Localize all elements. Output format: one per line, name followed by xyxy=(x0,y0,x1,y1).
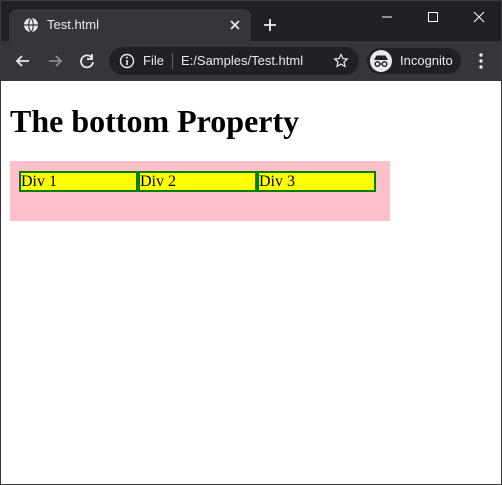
more-menu-icon[interactable] xyxy=(471,51,491,71)
maximize-icon[interactable] xyxy=(423,7,443,27)
reload-icon[interactable] xyxy=(77,51,97,71)
address-bar[interactable]: File E:/Samples/Test.html xyxy=(109,47,359,75)
scheme-label: File xyxy=(143,53,164,68)
toolbar: File E:/Samples/Test.html Incognito xyxy=(1,41,501,81)
close-tab-icon[interactable] xyxy=(227,17,243,33)
url-text[interactable]: E:/Samples/Test.html xyxy=(181,53,303,69)
back-arrow-icon[interactable] xyxy=(13,51,33,71)
address-separator xyxy=(172,53,173,69)
tab-strip: Test.html xyxy=(1,1,501,41)
div-box-2: Div 2 xyxy=(138,171,257,192)
minimize-icon[interactable] xyxy=(377,7,397,27)
forward-arrow-icon[interactable] xyxy=(45,51,65,71)
tab-title: Test.html xyxy=(47,17,100,32)
browser-window: Test.html File E:/Samples/Test.html Inco… xyxy=(0,0,502,485)
incognito-badge[interactable]: Incognito xyxy=(367,48,461,74)
globe-icon xyxy=(24,17,38,33)
page-content: The bottom Property Div 1 Div 2 Div 3 xyxy=(1,81,501,484)
new-tab-icon[interactable] xyxy=(262,17,278,33)
info-icon[interactable] xyxy=(119,53,135,69)
page-heading: The bottom Property xyxy=(10,103,300,139)
div-box-3: Div 3 xyxy=(257,171,376,192)
incognito-icon xyxy=(370,50,392,72)
tab-test-html[interactable]: Test.html xyxy=(9,9,251,41)
div-box-1: Div 1 xyxy=(19,171,138,192)
bookmark-star-icon[interactable] xyxy=(333,53,349,69)
pink-container: Div 1 Div 2 Div 3 xyxy=(10,161,390,221)
incognito-label: Incognito xyxy=(400,53,453,68)
close-window-icon[interactable] xyxy=(469,7,489,27)
